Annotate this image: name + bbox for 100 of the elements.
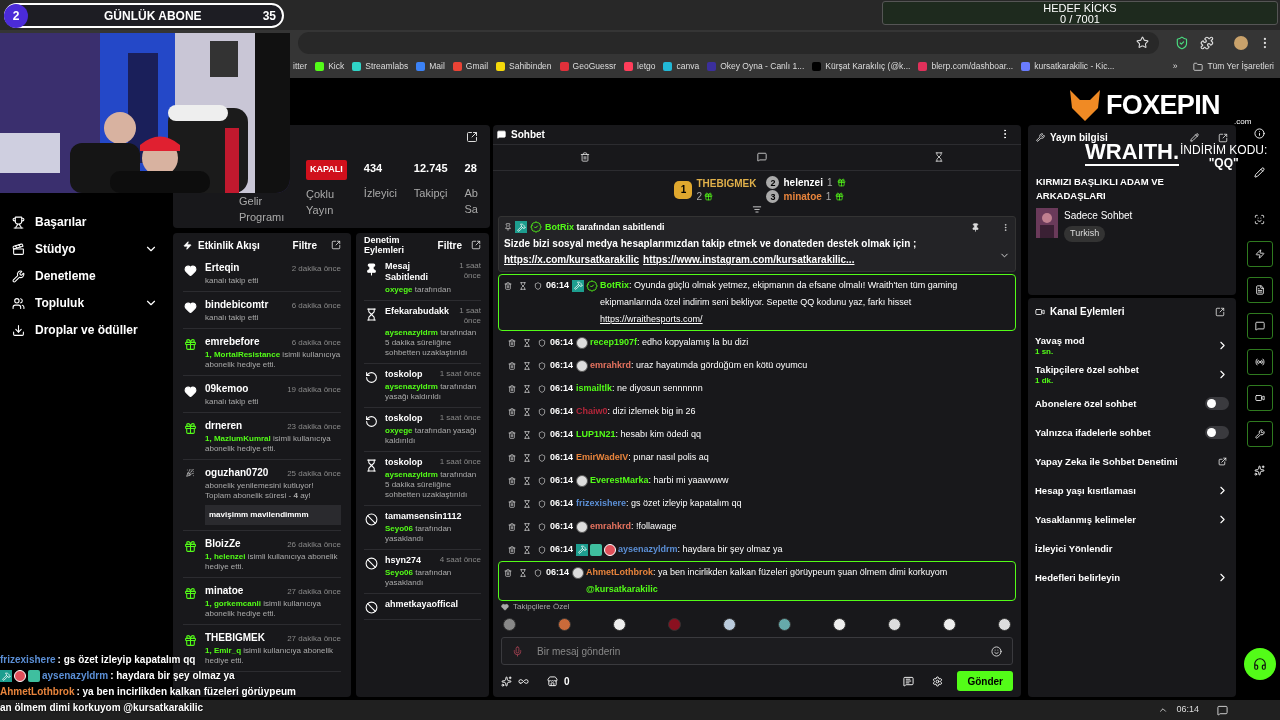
pinned-link[interactable]: https://www.instagram.com/kursatkarakilic... [643, 252, 855, 267]
emote-icon[interactable] [833, 617, 846, 631]
shield-icon[interactable] [538, 338, 546, 347]
hourglass-icon[interactable] [519, 568, 527, 577]
shield-icon[interactable] [538, 361, 546, 370]
channel-action-row[interactable]: İzleyici Yönlendir [1035, 534, 1229, 563]
filter-button[interactable]: Filtre [437, 237, 462, 253]
note-icon[interactable] [1246, 277, 1273, 303]
profile-avatar[interactable] [1234, 35, 1249, 50]
popout-icon[interactable] [1218, 132, 1228, 143]
delete-icon[interactable] [508, 384, 516, 393]
shield-icon[interactable] [534, 568, 542, 577]
extensions-icon[interactable] [1200, 35, 1215, 50]
emote-icon[interactable] [778, 617, 791, 631]
sidebar-item[interactable]: Başarılar [0, 212, 170, 232]
edit-icon[interactable] [1190, 133, 1199, 142]
emote-icon[interactable] [723, 617, 736, 631]
bookmark[interactable]: letgo [624, 60, 656, 73]
info-icon[interactable] [1254, 128, 1265, 139]
popout-icon[interactable] [471, 240, 481, 250]
emote-icon[interactable] [943, 617, 956, 631]
shield-icon[interactable] [534, 281, 542, 290]
hourglass-icon[interactable] [523, 522, 531, 531]
emoji-icon[interactable] [991, 645, 1002, 657]
mention-link[interactable]: @kursatkarakilic [586, 584, 658, 594]
hourglass-icon[interactable] [523, 407, 531, 416]
delete-icon[interactable] [508, 361, 516, 370]
hourglass-icon[interactable] [523, 545, 531, 554]
hourglass-icon[interactable] [519, 281, 527, 290]
settings-icon[interactable] [932, 675, 944, 687]
notification-icon[interactable] [1217, 704, 1228, 716]
channel-action-row[interactable]: Takipçilere özel sohbet 1 dk. [1035, 360, 1229, 389]
bookmark[interactable]: Okey Oyna - Canlı 1... [707, 60, 805, 73]
delete-icon[interactable] [508, 522, 516, 531]
chat-icon[interactable] [1246, 313, 1273, 339]
sidebar-item[interactable]: Stüdyo [0, 239, 170, 259]
emote-icon[interactable] [613, 617, 626, 631]
hourglass-icon[interactable] [934, 152, 944, 163]
bookmark[interactable]: canva [663, 60, 700, 73]
all-bookmarks-button[interactable]: Tüm Yer İşaretleri [1193, 60, 1274, 73]
delete-icon[interactable] [504, 568, 512, 577]
bookmark[interactable]: GeoGuessr [559, 60, 617, 73]
delete-icon[interactable] [508, 407, 516, 416]
store-icon[interactable] [547, 675, 558, 687]
message-input[interactable]: Bir mesaj gönderin [501, 637, 1013, 665]
delete-icon[interactable] [508, 338, 516, 347]
broadcast-icon[interactable] [1246, 349, 1273, 375]
delete-icon[interactable] [508, 545, 516, 554]
camera-icon[interactable] [1246, 385, 1273, 411]
wrench-icon[interactable] [1246, 421, 1273, 447]
bookmark[interactable]: itter [293, 60, 308, 73]
expand-icon[interactable] [999, 250, 1010, 261]
points-icon[interactable] [501, 675, 512, 687]
shield-icon[interactable] [538, 453, 546, 462]
bookmark[interactable]: Kürşat Karakılıç (@k... [812, 60, 911, 73]
popout-icon[interactable] [1215, 306, 1225, 317]
bookmark-star-icon[interactable] [1135, 36, 1149, 49]
bookmark[interactable]: Gmail [452, 60, 489, 73]
bookmark[interactable]: Streamlabs [352, 60, 409, 73]
delete-icon[interactable] [580, 152, 590, 163]
emote-icon[interactable] [888, 617, 901, 631]
bookmark[interactable]: Kick [315, 60, 345, 73]
delete-icon[interactable] [504, 281, 512, 290]
channel-action-row[interactable]: Yalnızca ifadelerle sohbet [1035, 418, 1229, 447]
emote-icon[interactable] [998, 617, 1011, 631]
channel-action-row[interactable]: Hesap yaşı kısıtlaması [1035, 476, 1229, 505]
toggle-switch[interactable] [1205, 397, 1229, 410]
shield-icon[interactable] [538, 545, 546, 554]
help-button[interactable] [1243, 648, 1276, 680]
collapse-icon[interactable] [752, 204, 762, 214]
channel-action-row[interactable]: Yasaklanmış kelimeler [1035, 505, 1229, 534]
send-button[interactable]: Gönder [957, 671, 1013, 691]
shield-icon[interactable] [538, 522, 546, 531]
sidebar-item[interactable]: Droplar ve ödüller [0, 320, 170, 340]
more-bookmarks-button[interactable]: » [1172, 60, 1178, 73]
shield-icon[interactable] [538, 476, 546, 485]
filter-button[interactable]: Filtre [292, 237, 317, 253]
screenshot-icon[interactable] [1254, 214, 1265, 225]
more-icon[interactable] [1001, 222, 1010, 232]
delete-icon[interactable] [508, 476, 516, 485]
hourglass-icon[interactable] [523, 499, 531, 508]
bolt-icon[interactable] [1246, 241, 1273, 267]
hourglass-icon[interactable] [523, 361, 531, 370]
delete-icon[interactable] [508, 453, 516, 462]
bookmark[interactable]: Mail [416, 60, 445, 73]
bookmark[interactable]: Sahibinden [496, 60, 552, 73]
unpin-icon[interactable] [971, 222, 980, 232]
channel-action-row[interactable]: Hedefleri belirleyin [1035, 563, 1229, 592]
pinned-link[interactable]: https://x.com/kursatkarakilic [504, 252, 640, 267]
delete-icon[interactable] [508, 430, 516, 439]
hourglass-icon[interactable] [523, 430, 531, 439]
sidebar-item[interactable]: Denetleme [0, 266, 170, 286]
hourglass-icon[interactable] [523, 476, 531, 485]
toggle-switch[interactable] [1205, 426, 1229, 439]
shield-extension-icon[interactable] [1174, 35, 1189, 50]
edit-icon[interactable] [1254, 167, 1265, 178]
tray-icon[interactable] [1158, 705, 1169, 715]
points-icon[interactable] [1254, 465, 1265, 476]
sidebar-item[interactable]: Topluluk [0, 293, 170, 313]
bookmark[interactable]: kursatkarakilic - Kic... [1021, 60, 1115, 73]
